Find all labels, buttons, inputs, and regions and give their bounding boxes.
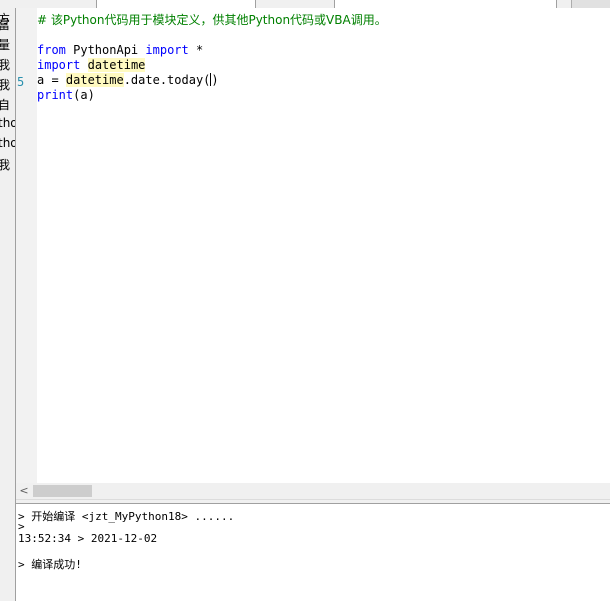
- top-toolbar: [0, 0, 610, 8]
- left-fragment: 量: [0, 38, 11, 52]
- top-combo-box[interactable]: [96, 0, 256, 8]
- line-number: 5: [17, 75, 25, 89]
- module-name: PythonApi: [65, 43, 146, 57]
- code-line-comment: # 该Python代码用于模块定义，供其他Python代码或VBA调用。: [37, 13, 387, 28]
- left-fragment: tho: [0, 136, 15, 150]
- left-fragment: 我: [0, 78, 11, 92]
- code-editor[interactable]: 5 # 该Python代码用于模块定义，供其他Python代码或VBA调用。 f…: [16, 8, 610, 483]
- output-line: > 开始编译 <jzt_MyPython18> ......: [18, 510, 235, 523]
- keyword-from: from: [37, 43, 66, 57]
- left-fragment: 我: [0, 58, 11, 72]
- top-text-field[interactable]: [334, 0, 557, 8]
- output-line: 13:52:34 > 2021-12-02: [18, 532, 158, 545]
- code-line-import-datetime: import datetime: [37, 58, 146, 73]
- line-number-gutter: 5: [16, 8, 37, 483]
- horizontal-scrollbar[interactable]: <: [16, 483, 610, 499]
- scroll-left-arrow-icon[interactable]: <: [16, 483, 32, 499]
- assignment-target: a =: [37, 73, 66, 87]
- function-print: print: [37, 88, 74, 102]
- highlighted-identifier: datetime: [87, 58, 146, 72]
- left-fragment: 自: [0, 98, 11, 112]
- top-button[interactable]: [571, 0, 610, 8]
- code-line-assignment: a = datetime.date.today(): [37, 73, 219, 88]
- print-args: (a): [73, 88, 95, 102]
- left-fragment: tho: [0, 116, 15, 130]
- scroll-thumb[interactable]: [33, 485, 92, 497]
- code-line-from-import: from PythonApi import *: [37, 43, 203, 58]
- left-fragment: 我: [0, 158, 11, 172]
- keyword-import: import: [145, 43, 189, 57]
- highlighted-identifier: datetime: [65, 73, 124, 87]
- closing-paren: ): [211, 73, 219, 87]
- output-line: > 编译成功!: [18, 558, 82, 571]
- output-console: > 开始编译 <jzt_MyPython18> ...... > 13:52:3…: [16, 504, 610, 601]
- left-fragment: 富: [0, 18, 11, 32]
- comment-text: # 该Python代码用于模块定义，供其他Python代码或VBA调用。: [37, 13, 387, 27]
- call-expression: .date.today(: [123, 73, 211, 87]
- left-panel-strip: 方 富 量 我 我 自 tho tho 我: [0, 8, 15, 601]
- code-line-print: print(a): [37, 88, 95, 103]
- keyword-import: import: [37, 58, 81, 72]
- import-star: *: [188, 43, 204, 57]
